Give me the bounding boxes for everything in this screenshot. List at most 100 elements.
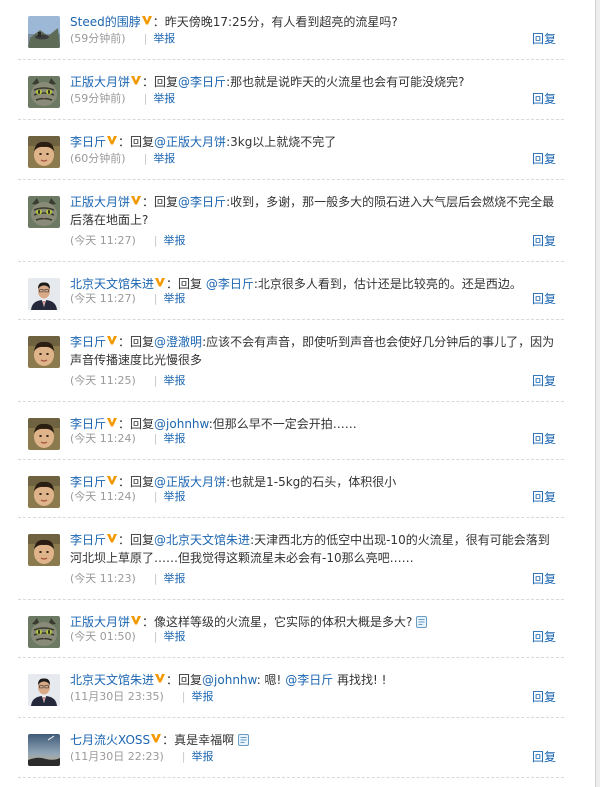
- report-link[interactable]: 举报: [164, 489, 186, 505]
- emoticon-icon: [238, 734, 250, 746]
- name-colon: ：: [152, 15, 165, 29]
- mention-link[interactable]: @李日斤: [178, 75, 226, 89]
- comment-content: 回复: [130, 135, 155, 149]
- emoticon-icon: [416, 616, 428, 628]
- mention-link[interactable]: @李日斤: [206, 277, 254, 291]
- comment-content: : 嗯!: [256, 673, 286, 687]
- man-avatar[interactable]: [28, 278, 60, 310]
- username-link[interactable]: 李日斤: [70, 135, 106, 149]
- report-link[interactable]: 举报: [153, 151, 175, 167]
- meta-divider: |: [181, 750, 186, 763]
- landscape-avatar[interactable]: [28, 16, 60, 48]
- report-link[interactable]: 举报: [192, 689, 214, 705]
- name-colon: ：: [166, 673, 179, 687]
- child-avatar[interactable]: [28, 534, 60, 566]
- timestamp: (今天 01:50): [70, 630, 136, 643]
- comment-content: 真是幸福啊: [174, 733, 235, 747]
- reply-link[interactable]: 回复: [532, 629, 556, 645]
- mention-link[interactable]: @正版大月饼: [154, 475, 226, 489]
- reply-link[interactable]: 回复: [532, 571, 556, 587]
- mention-link[interactable]: @北京天文馆朱进: [154, 533, 250, 547]
- comment-meta: (今天 11:25) | 举报: [70, 373, 186, 389]
- report-link[interactable]: 举报: [153, 31, 175, 47]
- reply-link[interactable]: 回复: [532, 151, 556, 167]
- verified-badge-icon: [151, 733, 162, 743]
- mention-link[interactable]: @johnhw: [202, 673, 257, 687]
- name-colon: ：: [118, 335, 131, 349]
- comment-item: 正版大月饼 ：回复@李日斤:收到，多谢，那一般多大的陨石进入大气层后会燃烧不完全最…: [18, 180, 564, 262]
- meta-divider: |: [153, 490, 158, 503]
- username-link[interactable]: 北京天文馆朱进: [70, 673, 154, 687]
- reply-link[interactable]: 回复: [532, 489, 556, 505]
- man-avatar[interactable]: [28, 674, 60, 706]
- child-avatar[interactable]: [28, 418, 60, 450]
- timestamp: (今天 11:24): [70, 490, 136, 503]
- username-link[interactable]: 李日斤: [70, 533, 106, 547]
- cat-avatar[interactable]: [28, 616, 60, 648]
- meta-divider: |: [143, 32, 148, 45]
- comment-item: 正版大月饼 ：像这样等级的火流星，它实际的体积大概是多大? (今天 01:50) | 举…: [18, 600, 564, 658]
- username-link[interactable]: 北京天文馆朱进: [70, 277, 154, 291]
- comment-meta: (11月30日 23:35) | 举报: [70, 689, 214, 705]
- reply-link[interactable]: 回复: [532, 373, 556, 389]
- mention-link[interactable]: @李日斤: [178, 195, 226, 209]
- meta-divider: |: [153, 630, 158, 643]
- timestamp: (今天 11:27): [70, 234, 136, 247]
- comment-item: 李日斤 ：回复@johnhw:但那么早不一定会开拍…… (今天 11:24) | 举报回…: [18, 402, 564, 460]
- report-link[interactable]: 举报: [153, 91, 175, 107]
- name-colon: ：: [118, 533, 131, 547]
- username-link[interactable]: 七月流火XOSS: [70, 733, 150, 747]
- comment-content: 昨天傍晚17:25分，有人看到超亮的流星吗?: [164, 15, 398, 29]
- username-link[interactable]: 李日斤: [70, 417, 106, 431]
- username-link[interactable]: 正版大月饼: [70, 195, 130, 209]
- name-colon: ：: [118, 135, 131, 149]
- sky-avatar[interactable]: [28, 734, 60, 766]
- comment-item: 七月流火XOSS ：真是幸福啊 (11月30日 22:23) | 举报 回复: [18, 718, 564, 778]
- cat-avatar[interactable]: [28, 76, 60, 108]
- comment-content: :3kg以上就烧不完了: [226, 135, 337, 149]
- report-link[interactable]: 举报: [164, 431, 186, 447]
- username-link[interactable]: 李日斤: [70, 475, 106, 489]
- reply-link[interactable]: 回复: [532, 689, 556, 705]
- mention-link[interactable]: @澄澈明: [154, 335, 202, 349]
- comment-content: 回复: [178, 673, 203, 687]
- comment-meta: (今天 11:23) | 举报: [70, 571, 186, 587]
- reply-link[interactable]: 回复: [532, 749, 556, 765]
- reply-link[interactable]: 回复: [532, 431, 556, 447]
- cat-avatar[interactable]: [28, 196, 60, 228]
- comment-content: 再找找! !: [333, 673, 387, 687]
- comment-content: 回复: [154, 195, 179, 209]
- child-avatar[interactable]: [28, 136, 60, 168]
- comment-content: :那也就是说昨天的火流星也会有可能没烧完?: [226, 75, 465, 89]
- verified-badge-icon: [131, 75, 142, 85]
- report-link[interactable]: 举报: [164, 629, 186, 645]
- name-colon: ：: [166, 277, 179, 291]
- timestamp: (今天 11:23): [70, 572, 136, 585]
- child-avatar[interactable]: [28, 476, 60, 508]
- reply-link[interactable]: 回复: [532, 233, 556, 249]
- mention-link[interactable]: @李日斤: [285, 673, 333, 687]
- comment-item: 北京天文馆朱进 ：回复@johnhw: 嗯! @李日斤 再找找! ! (11月30日…: [18, 658, 564, 718]
- report-link[interactable]: 举报: [164, 571, 186, 587]
- reply-link[interactable]: 回复: [532, 291, 556, 307]
- mention-link[interactable]: @正版大月饼: [154, 135, 226, 149]
- username-link[interactable]: 正版大月饼: [70, 615, 130, 629]
- report-link[interactable]: 举报: [164, 233, 186, 249]
- timestamp: (11月30日 23:35): [70, 690, 164, 703]
- comment-item: 北京天文馆朱进 ：回复 @李日斤:北京很多人看到，估计还是比较亮的。还是西边。 (今…: [18, 262, 564, 320]
- report-link[interactable]: 举报: [192, 749, 214, 765]
- reply-link[interactable]: 回复: [532, 31, 556, 47]
- comment-content: :也就是1-5kg的石头，体积很小: [226, 475, 397, 489]
- comment-text: 北京天文馆朱进 ：回复@johnhw: 嗯! @李日斤 再找找! !: [70, 671, 556, 689]
- child-avatar[interactable]: [28, 336, 60, 368]
- report-link[interactable]: 举报: [164, 291, 186, 307]
- comment-text: 正版大月饼 ：回复@李日斤:收到，多谢，那一般多大的陨石进入大气层后会燃烧不完全最…: [70, 193, 556, 229]
- username-link[interactable]: Steed的围脖: [70, 15, 141, 29]
- username-link[interactable]: 正版大月饼: [70, 75, 130, 89]
- reply-link[interactable]: 回复: [532, 91, 556, 107]
- comment-item: 李日斤 ：回复@正版大月饼:也就是1-5kg的石头，体积很小 (今天 11:24) |…: [18, 460, 564, 518]
- mention-link[interactable]: @johnhw: [154, 417, 209, 431]
- report-link[interactable]: 举报: [164, 373, 186, 389]
- verified-badge-icon: [155, 673, 166, 683]
- username-link[interactable]: 李日斤: [70, 335, 106, 349]
